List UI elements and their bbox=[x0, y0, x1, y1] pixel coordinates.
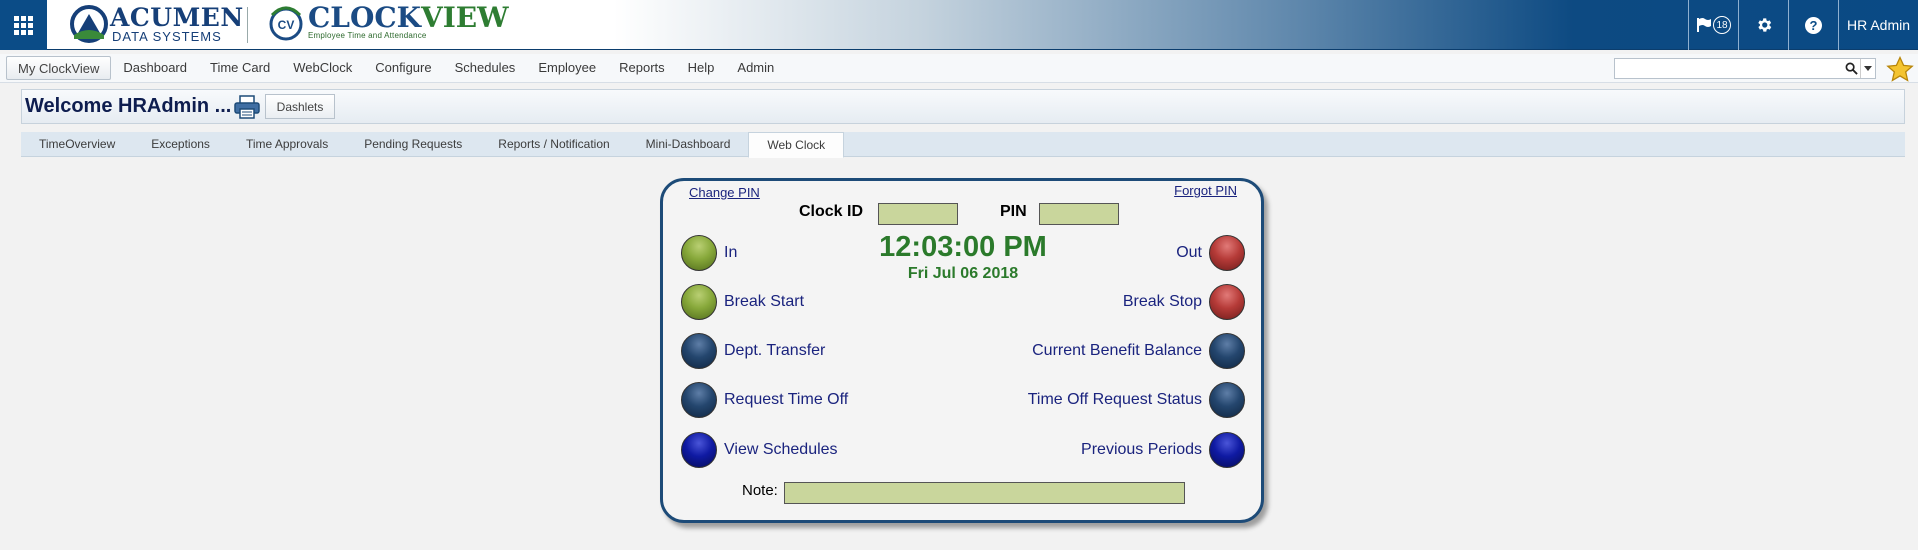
request-time-off-button[interactable]: Request Time Off bbox=[681, 382, 848, 418]
menu-item-dashboard[interactable]: Dashboard bbox=[112, 56, 198, 80]
tab-web-clock[interactable]: Web Clock bbox=[748, 132, 845, 158]
clockview-logo-mark: CV bbox=[269, 6, 303, 41]
help-icon: ? bbox=[1805, 16, 1822, 34]
flag-icon bbox=[1697, 18, 1711, 32]
gear-icon bbox=[1757, 18, 1771, 32]
favorites-button[interactable] bbox=[1886, 55, 1914, 82]
app-header: ACUMEN DATA SYSTEMS CV CLOCKVIEW Employe… bbox=[0, 0, 1918, 50]
clock-in-button[interactable]: In bbox=[681, 235, 737, 271]
previous-periods-button[interactable]: Previous Periods bbox=[1081, 432, 1245, 468]
dept-transfer-button[interactable]: Dept. Transfer bbox=[681, 333, 825, 369]
tab-time-approvals[interactable]: Time Approvals bbox=[228, 132, 346, 157]
tab-pending-requests[interactable]: Pending Requests bbox=[346, 132, 480, 157]
dept-transfer-orb-icon bbox=[681, 333, 717, 369]
view-schedules-label: View Schedules bbox=[724, 441, 838, 458]
clockview-brand-clock: CLOCK bbox=[308, 1, 421, 34]
acumen-brand-name: ACUMEN bbox=[110, 3, 244, 32]
settings-button[interactable] bbox=[1738, 0, 1788, 50]
print-button[interactable] bbox=[234, 95, 260, 119]
menu-item-help[interactable]: Help bbox=[677, 56, 726, 80]
previous-periods-orb-icon bbox=[1209, 432, 1245, 468]
clock-time: 12:03:00 PM bbox=[879, 231, 1047, 263]
star-icon bbox=[1886, 55, 1914, 82]
menu-item-reports[interactable]: Reports bbox=[608, 56, 676, 80]
main-menu-bar: My ClockView Dashboard Time Card WebCloc… bbox=[0, 54, 1918, 83]
clock-date: Fri Jul 06 2018 bbox=[907, 265, 1019, 282]
search-dropdown-button[interactable] bbox=[1860, 59, 1875, 78]
view-schedules-orb-icon bbox=[681, 432, 717, 468]
main-menu: My ClockView Dashboard Time Card WebCloc… bbox=[6, 56, 786, 80]
search-input[interactable] bbox=[1615, 59, 1842, 78]
clock-out-orb-icon bbox=[1209, 235, 1245, 271]
break-start-button[interactable]: Break Start bbox=[681, 284, 804, 320]
header-actions: 18 ? HR Admin bbox=[1688, 0, 1918, 50]
page-title: Welcome HRAdmin ... bbox=[25, 95, 232, 117]
clock-in-label: In bbox=[724, 244, 738, 261]
menu-item-time-card[interactable]: Time Card bbox=[199, 56, 281, 80]
note-label: Note: bbox=[742, 482, 778, 499]
previous-periods-label: Previous Periods bbox=[1081, 441, 1202, 458]
break-stop-button[interactable]: Break Stop bbox=[1123, 284, 1245, 320]
logo-divider bbox=[247, 7, 248, 43]
break-stop-label: Break Stop bbox=[1122, 293, 1202, 310]
menu-item-webclock[interactable]: WebClock bbox=[282, 56, 363, 80]
apps-menu-button[interactable] bbox=[0, 0, 47, 50]
clock-out-button[interactable]: Out bbox=[1176, 235, 1245, 271]
global-search bbox=[1614, 58, 1876, 79]
dept-transfer-label: Dept. Transfer bbox=[724, 342, 826, 359]
tabs: TimeOverview Exceptions Time Approvals P… bbox=[21, 132, 845, 158]
menu-item-schedules[interactable]: Schedules bbox=[444, 56, 527, 80]
print-icon bbox=[234, 95, 260, 119]
tab-reports-notification[interactable]: Reports / Notification bbox=[480, 132, 627, 157]
menu-item-configure[interactable]: Configure bbox=[364, 56, 442, 80]
search-icon[interactable] bbox=[1842, 59, 1860, 78]
dashlets-button[interactable]: Dashlets bbox=[265, 94, 335, 119]
notifications-button[interactable]: 18 bbox=[1688, 0, 1738, 50]
current-benefit-balance-button[interactable]: Current Benefit Balance bbox=[1032, 333, 1245, 369]
view-schedules-button[interactable]: View Schedules bbox=[681, 432, 838, 468]
apps-grid-icon bbox=[14, 15, 33, 35]
welcome-bar: Welcome HRAdmin ... Dashlets bbox=[21, 89, 1905, 124]
menu-item-my-clockview[interactable]: My ClockView bbox=[6, 56, 112, 80]
request-time-off-label: Request Time Off bbox=[724, 391, 849, 408]
clockview-brand-name: CLOCKVIEW bbox=[308, 3, 509, 33]
clockview-logo: CV CLOCKVIEW Employee Time and Attendanc… bbox=[268, 3, 509, 45]
note-input[interactable] bbox=[784, 482, 1185, 504]
tab-exceptions[interactable]: Exceptions bbox=[133, 132, 228, 157]
notification-count-badge: 18 bbox=[1713, 16, 1731, 34]
clockview-brand-view: VIEW bbox=[420, 1, 509, 34]
clock-out-label: Out bbox=[1176, 244, 1202, 261]
acumen-logo-mark bbox=[70, 5, 108, 43]
pin-input[interactable] bbox=[1039, 203, 1119, 225]
time-off-request-status-button[interactable]: Time Off Request Status bbox=[1028, 382, 1245, 418]
time-off-request-status-orb-icon bbox=[1209, 382, 1245, 418]
clock-id-label: Clock ID bbox=[799, 203, 864, 220]
clockview-mark-text: CV bbox=[278, 18, 295, 32]
tab-mini-dashboard[interactable]: Mini-Dashboard bbox=[628, 132, 749, 157]
break-stop-orb-icon bbox=[1209, 284, 1245, 320]
tab-bar: TimeOverview Exceptions Time Approvals P… bbox=[21, 132, 1905, 158]
web-clock-panel: Change PIN Forgot PIN Clock ID PIN 12:03… bbox=[660, 178, 1264, 523]
request-time-off-orb-icon bbox=[681, 382, 717, 418]
forgot-pin-link[interactable]: Forgot PIN bbox=[1174, 183, 1237, 198]
help-button[interactable]: ? bbox=[1788, 0, 1838, 50]
chevron-down-icon bbox=[1864, 66, 1872, 71]
tab-time-overview[interactable]: TimeOverview bbox=[21, 132, 133, 157]
user-name: HR Admin bbox=[1846, 17, 1911, 33]
user-menu[interactable]: HR Admin bbox=[1838, 0, 1918, 50]
clock-in-orb-icon bbox=[681, 235, 717, 271]
menu-item-employee[interactable]: Employee bbox=[527, 56, 607, 80]
break-start-orb-icon bbox=[681, 284, 717, 320]
menu-item-admin[interactable]: Admin bbox=[726, 56, 785, 80]
current-benefit-balance-label: Current Benefit Balance bbox=[1032, 342, 1202, 359]
clock-id-input[interactable] bbox=[878, 203, 958, 225]
break-start-label: Break Start bbox=[724, 293, 805, 310]
change-pin-link[interactable]: Change PIN bbox=[689, 185, 760, 200]
acumen-logo: ACUMEN DATA SYSTEMS bbox=[70, 4, 244, 44]
time-off-request-status-label: Time Off Request Status bbox=[1027, 391, 1202, 408]
current-benefit-balance-orb-icon bbox=[1209, 333, 1245, 369]
pin-label: PIN bbox=[1000, 203, 1027, 220]
